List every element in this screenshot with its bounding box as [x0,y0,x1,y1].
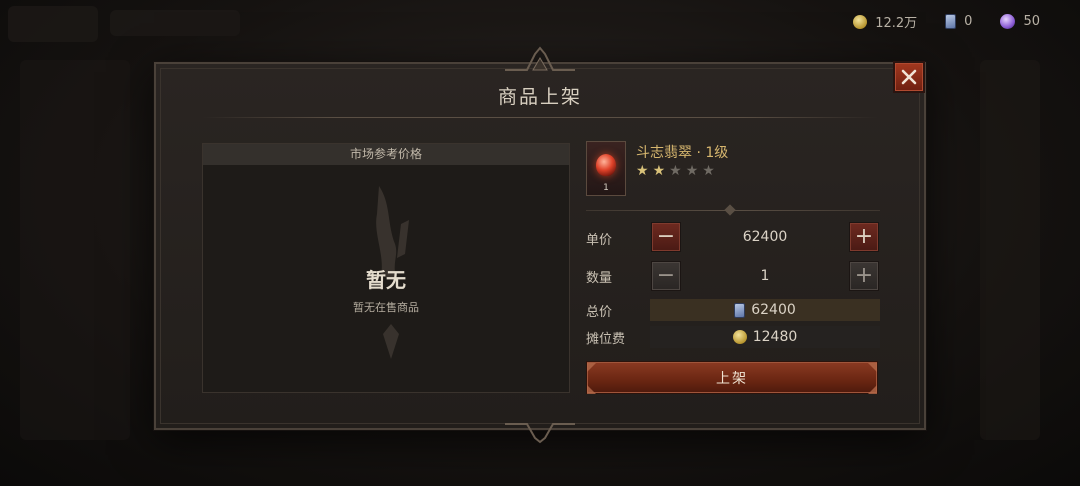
gold-coin-icon [853,14,868,29]
list-item-button[interactable]: 上架 [586,361,878,394]
star-empty-icon: ★ [685,163,699,179]
star-empty-icon: ★ [702,163,715,179]
background-element [8,6,98,42]
orb-amount: 50 [1023,14,1040,29]
currency-bar: 12.2万 0 50 [853,12,1040,31]
stall-fee-value: 12480 [752,329,798,345]
star-empty-icon: ★ [669,163,682,179]
empty-state-subtitle: 暂无在售商品 [353,301,419,314]
unit-price-increment-button[interactable]: + [849,222,879,252]
total-price-label: 总价 [586,305,613,320]
market-panel-header: 市场参考价格 [203,144,569,165]
stall-fee-label: 摊位费 [586,332,626,347]
total-price-field: 62400 [650,299,880,321]
item-slot[interactable]: 1 [586,141,626,196]
unit-price-input[interactable]: 62400 [682,222,848,252]
quantity-label: 数量 [586,271,613,286]
star-filled-icon: ★ [652,163,666,179]
market-reference-panel: 市场参考价格 暂无 暂无在售商品 [202,143,570,393]
quantity-input[interactable]: 1 [682,261,848,291]
title-divider [202,117,878,118]
red-gem-icon [596,154,616,176]
card-currency: 0 [945,14,972,29]
top-ornament-icon [505,46,575,71]
bottom-ornament-icon [505,423,575,444]
unit-price-label: 单价 [586,233,613,248]
card-icon [945,14,957,29]
card-amount: 0 [964,14,973,29]
background-element [980,60,1040,440]
orb-currency: 50 [1000,14,1040,29]
total-price-value: 62400 [751,302,796,318]
button-corner-ornament-icon [587,363,596,394]
unit-price-decrement-button[interactable]: − [651,222,681,252]
background-element [110,10,240,36]
gold-currency: 12.2万 [853,12,917,31]
item-slot-quantity: 1 [603,183,609,193]
button-corner-ornament-icon [868,363,877,394]
stall-fee-field: 12480 [650,326,880,348]
card-icon [734,302,746,318]
list-item-button-label: 上架 [716,370,748,387]
purple-orb-icon [1000,14,1016,29]
gold-amount: 12.2万 [875,16,918,31]
dialog-title: 商品上架 [497,86,582,108]
quantity-decrement-button[interactable]: − [651,261,681,291]
background-element [20,60,130,440]
gold-coin-icon [732,330,747,344]
item-name: 斗志翡翠 · 1级 [636,145,729,161]
item-star-rating: ★ ★ ★ ★ ★ [636,163,715,179]
close-icon [901,69,917,85]
star-filled-icon: ★ [636,163,649,179]
quantity-increment-button[interactable]: + [849,261,879,291]
close-button[interactable] [893,61,925,93]
empty-state-title: 暂无 [366,268,406,292]
